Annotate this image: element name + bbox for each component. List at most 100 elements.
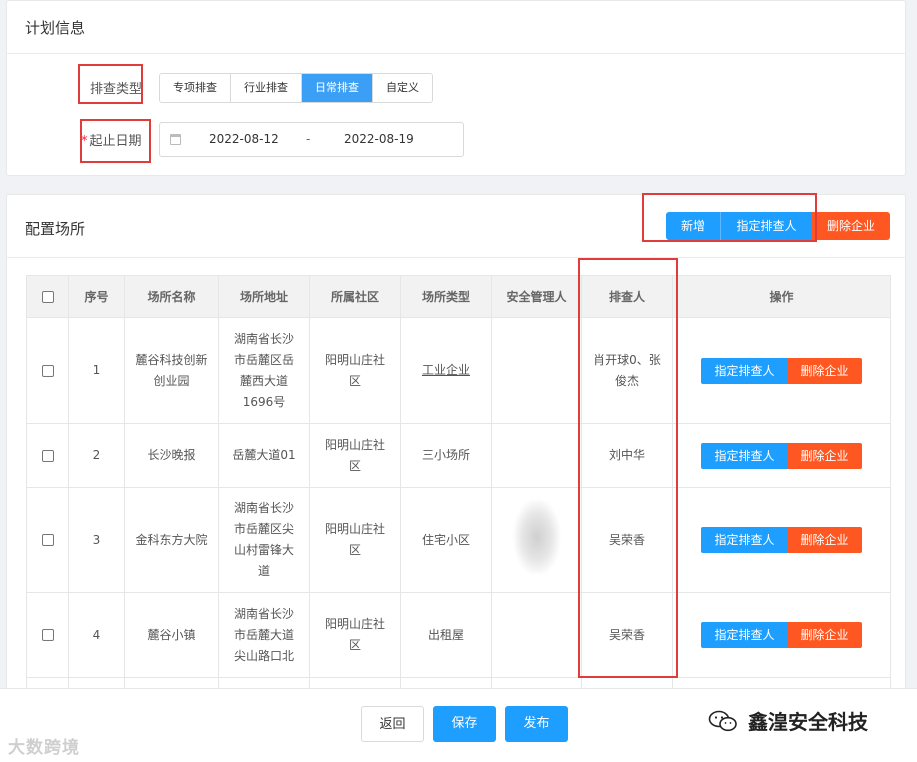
date-separator: -: [306, 132, 311, 146]
row-actions: 指定排查人 删除企业: [679, 527, 884, 553]
cell-inspector: 肖开球0、张俊杰: [581, 317, 673, 424]
cell-actions: 指定排查人 删除企业: [672, 423, 891, 488]
table-row: 2 长沙晚报 岳麓大道01 阳明山庄社区 三小场所 刘中华 指定排查人 删除企业: [26, 423, 891, 488]
cell-actions: 指定排查人 删除企业: [672, 592, 891, 678]
cell-type: 住宅小区: [400, 487, 492, 593]
cell-manager: [491, 592, 582, 678]
cell-community: 阳明山庄社区: [309, 317, 401, 424]
wechat-icon: [708, 710, 737, 732]
row-assign-inspector-button[interactable]: 指定排查人: [701, 442, 788, 469]
cell-name: 长沙晚报: [124, 423, 219, 488]
add-button[interactable]: 新增: [666, 212, 720, 240]
venue-config-card: 配置场所 新增 指定排查人 删除企业 序号 场所名称 场所地址 所属社区 场所类…: [6, 194, 906, 694]
date-range-picker[interactable]: 2022-08-12 - 2022-08-19: [159, 122, 464, 157]
table-row: 3 金科东方大院 湖南省长沙市岳麓区尖山村雷锋大道 阳明山庄社区 住宅小区 吴荣…: [26, 487, 891, 593]
cell-address: 湖南省长沙市岳麓区尖山村雷锋大道: [218, 487, 310, 593]
required-mark: *: [81, 134, 88, 149]
row-checkbox[interactable]: [41, 534, 54, 546]
cell-index: 3: [68, 487, 125, 593]
row-select[interactable]: [26, 423, 69, 488]
cell-name: 麓谷科技创新创业园: [124, 317, 219, 424]
save-button[interactable]: 保存: [433, 706, 496, 742]
cell-actions: 指定排查人 删除企业: [672, 317, 891, 424]
check-type-selector: 专项排查 行业排查 日常排查 自定义: [159, 73, 433, 103]
blurred-manager-placeholder: [513, 499, 560, 574]
header-address: 场所地址: [218, 275, 310, 318]
check-type-option-daily[interactable]: 日常排查: [302, 74, 373, 102]
header-actions: 操作: [672, 275, 891, 318]
cell-manager: [491, 423, 582, 488]
cell-community: 阳明山庄社区: [309, 423, 401, 488]
venue-config-title: 配置场所: [25, 220, 86, 238]
cell-address: 湖南省长沙市岳麓区岳麓西大道1696号: [218, 317, 310, 424]
row-actions: 指定排查人 删除企业: [679, 357, 884, 384]
header-index: 序号: [68, 275, 125, 318]
back-button[interactable]: 返回: [361, 706, 424, 742]
cell-community: 阳明山庄社区: [309, 592, 401, 678]
row-select[interactable]: [26, 317, 69, 424]
row-select[interactable]: [26, 592, 69, 678]
delete-company-button[interactable]: 删除企业: [812, 212, 890, 240]
calendar-icon: [170, 134, 181, 145]
header-name: 场所名称: [124, 275, 219, 318]
assign-inspector-button[interactable]: 指定排查人: [720, 212, 812, 240]
table-row: 4 麓谷小镇 湖南省长沙市岳麓大道尖山路口北 阳明山庄社区 出租屋 吴荣香 指定…: [26, 592, 891, 678]
row-assign-inspector-button[interactable]: 指定排查人: [701, 622, 788, 648]
cell-address: 岳麓大道01: [218, 423, 310, 488]
plan-info-card: 计划信息 排查类型 专项排查 行业排查 日常排查 自定义 * 起止日期 2022-…: [6, 0, 906, 176]
divider: [7, 53, 905, 54]
select-all-checkbox[interactable]: [41, 291, 54, 303]
row-checkbox[interactable]: [41, 629, 54, 641]
cell-name: 麓谷小镇: [124, 592, 219, 678]
cell-type: 出租屋: [400, 592, 492, 678]
row-delete-company-button[interactable]: 删除企业: [787, 622, 862, 648]
check-type-option-industry[interactable]: 行业排查: [231, 74, 302, 102]
end-date-input[interactable]: 2022-08-19: [344, 132, 414, 146]
header-manager: 安全管理人: [491, 275, 582, 318]
watermark-right: 鑫湟安全科技: [708, 706, 868, 735]
cell-inspector: 刘中华: [581, 423, 673, 488]
cell-inspector: 吴荣香: [581, 592, 673, 678]
cell-manager: [491, 487, 582, 593]
header-select-all[interactable]: [26, 275, 69, 318]
cell-index: 1: [68, 317, 125, 424]
plan-info-title: 计划信息: [25, 19, 86, 37]
cell-inspector: 吴荣香: [581, 487, 673, 593]
cell-manager: [491, 317, 582, 424]
row-actions: 指定排查人 删除企业: [679, 442, 884, 469]
cell-address: 湖南省长沙市岳麓大道尖山路口北: [218, 592, 310, 678]
header-inspector: 排查人: [581, 275, 673, 318]
watermark-left: 大数跨境: [8, 738, 80, 758]
check-type-option-special[interactable]: 专项排查: [160, 74, 231, 102]
cell-index: 4: [68, 592, 125, 678]
cell-type: 三小场所: [400, 423, 492, 488]
header-community: 所属社区: [309, 275, 401, 318]
row-checkbox[interactable]: [41, 449, 54, 462]
publish-button[interactable]: 发布: [505, 706, 568, 742]
check-type-option-custom[interactable]: 自定义: [373, 74, 432, 102]
row-checkbox[interactable]: [41, 364, 54, 377]
watermark-right-text: 鑫湟安全科技: [748, 710, 868, 734]
date-label-text: 起止日期: [89, 134, 142, 149]
cell-community: 阳明山庄社区: [309, 487, 401, 593]
table-header-row: 序号 场所名称 场所地址 所属社区 场所类型 安全管理人 排查人 操作: [26, 275, 891, 318]
row-delete-company-button[interactable]: 删除企业: [787, 442, 862, 469]
row-delete-company-button[interactable]: 删除企业: [787, 527, 862, 553]
table-row: 1 麓谷科技创新创业园 湖南省长沙市岳麓区岳麓西大道1696号 阳明山庄社区 工…: [26, 317, 891, 424]
check-type-label: 排查类型: [90, 82, 143, 97]
venue-table: 序号 场所名称 场所地址 所属社区 场所类型 安全管理人 排查人 操作 1 麓谷…: [26, 275, 891, 693]
row-assign-inspector-button[interactable]: 指定排查人: [701, 357, 788, 384]
divider: [7, 257, 905, 258]
row-actions: 指定排查人 删除企业: [679, 622, 884, 648]
row-delete-company-button[interactable]: 删除企业: [787, 357, 862, 384]
date-label: * 起止日期: [81, 130, 142, 149]
cell-index: 2: [68, 423, 125, 488]
header-type: 场所类型: [400, 275, 492, 318]
cell-actions: 指定排查人 删除企业: [672, 487, 891, 593]
row-select[interactable]: [26, 487, 69, 593]
cell-name: 金科东方大院: [124, 487, 219, 593]
type-link[interactable]: 工业企业: [422, 363, 470, 377]
cell-type[interactable]: 工业企业: [400, 317, 492, 424]
row-assign-inspector-button[interactable]: 指定排查人: [701, 527, 788, 553]
start-date-input[interactable]: 2022-08-12: [209, 132, 279, 146]
